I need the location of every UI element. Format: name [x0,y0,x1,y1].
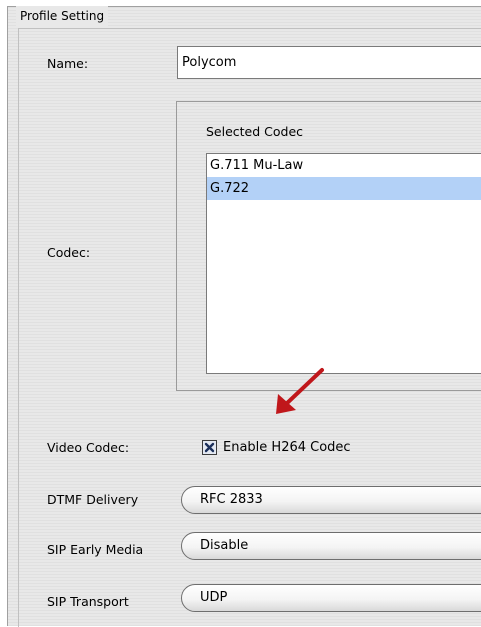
red-arrow-icon [276,368,324,414]
name-label: Name: [47,56,89,71]
codec-label: Codec: [47,245,91,260]
enable-h264-label: Enable H264 Codec [223,439,351,455]
window-frame: Profile Setting Name: Polycom Codec: Sel… [0,0,481,627]
codec-list-item-g711[interactable]: G.711 Mu-Law [207,154,481,177]
dtmf-delivery-label: DTMF Delivery [47,492,139,507]
dtmf-delivery-select[interactable]: RFC 2833 [181,486,481,514]
selected-codec-title: Selected Codec [206,124,304,139]
x-checkmark-icon [204,442,215,452]
name-input[interactable]: Polycom [177,46,481,79]
sip-transport-label: SIP Transport [47,594,129,609]
enable-h264-option[interactable]: Enable H264 Codec [202,437,351,457]
profile-setting-legend: Profile Setting [16,6,109,26]
codec-list-item-g722[interactable]: G.722 [207,177,481,200]
video-codec-label: Video Codec: [47,440,130,455]
selected-codec-list[interactable]: G.711 Mu-Law G.722 [206,153,481,374]
enable-h264-checkbox[interactable] [202,439,217,455]
sip-transport-select[interactable]: UDP [181,584,481,612]
sip-early-media-label: SIP Early Media [47,542,144,557]
sip-early-media-select[interactable]: Disable [181,532,481,560]
